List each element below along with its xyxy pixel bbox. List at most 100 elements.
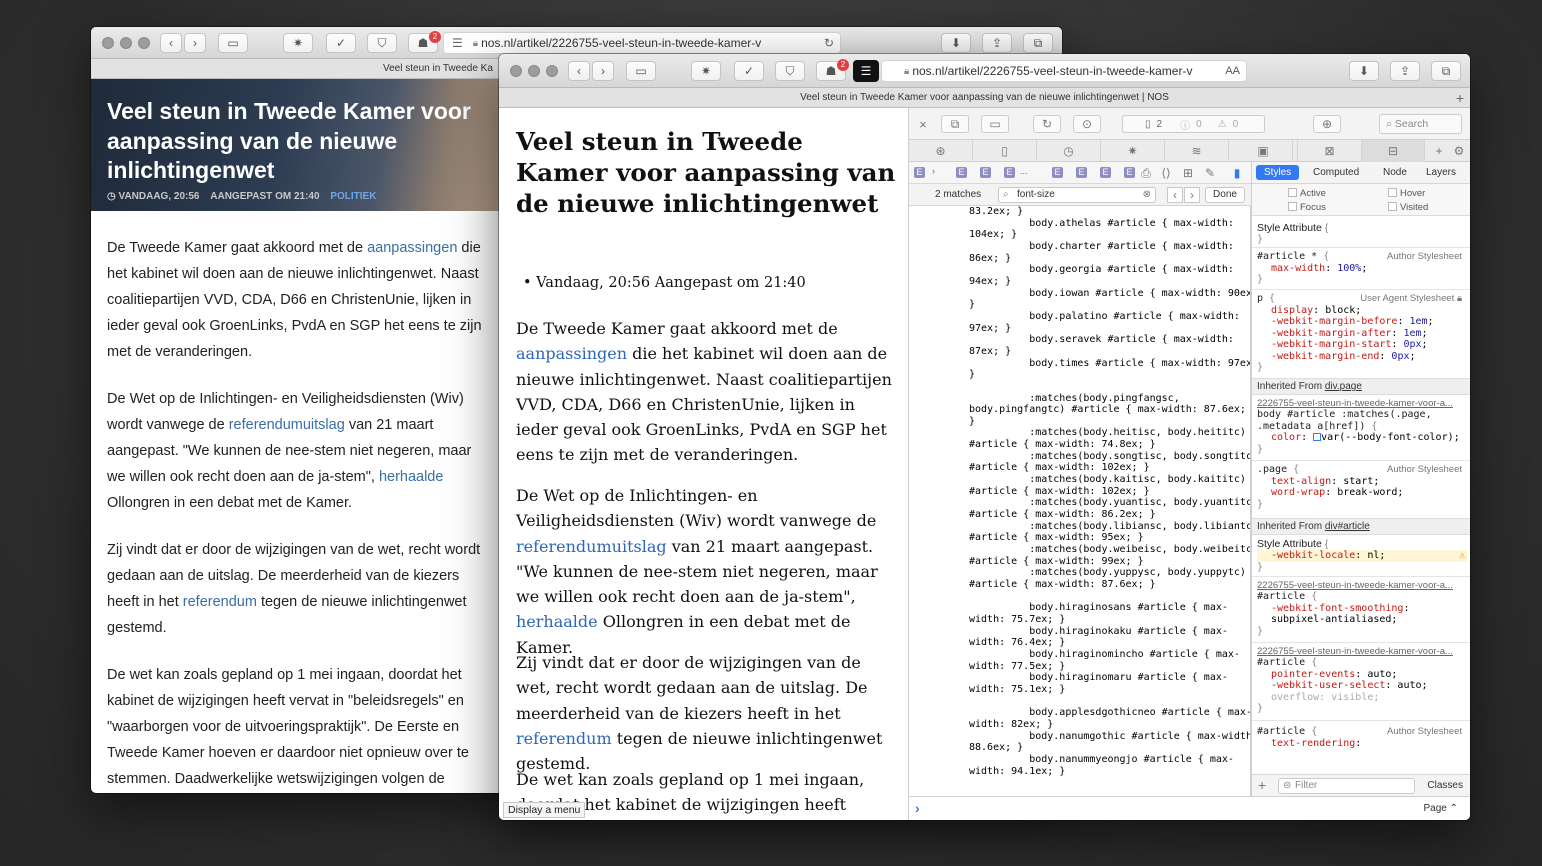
forward-button[interactable]: › xyxy=(184,33,206,53)
reader-aa-button[interactable]: AA xyxy=(1225,65,1240,77)
bug-extension-button[interactable]: ✷ xyxy=(283,33,313,53)
page-context-select[interactable]: Page ⌃ xyxy=(1423,803,1458,814)
breadcrumb-item[interactable]: E xyxy=(1004,167,1015,178)
style-rule-p[interactable]: p { User Agent Stylesheet 🔒︎ display: bl… xyxy=(1257,293,1467,374)
state-active-checkbox[interactable]: Active xyxy=(1288,188,1326,199)
close-window-button[interactable] xyxy=(102,37,114,49)
find-next-button[interactable]: › xyxy=(1184,187,1200,203)
breadcrumb-item[interactable]: › xyxy=(932,166,935,176)
style-rule-pointer-events[interactable]: 2226755-veel-steun-in-tweede-kamer-voor-… xyxy=(1257,646,1467,715)
find-input[interactable]: ⌕ font-size ⊗ xyxy=(998,187,1156,203)
breadcrumb-item[interactable]: E xyxy=(1076,167,1087,178)
breadcrumb-item[interactable]: E xyxy=(1100,167,1111,178)
tab-elements-icon[interactable]: ⊟ xyxy=(1361,140,1425,162)
tab-computed[interactable]: Computed xyxy=(1313,167,1359,178)
style-rule-page[interactable]: .page { Author Stylesheet text-align: st… xyxy=(1257,464,1467,510)
tabs-overview-button[interactable]: ⧉ xyxy=(1431,61,1461,81)
tab-layers[interactable]: Layers xyxy=(1426,167,1456,178)
tab-network-icon[interactable]: ⊛ xyxy=(909,140,973,162)
tab-styles[interactable]: Styles xyxy=(1256,165,1300,180)
zoom-window-button[interactable] xyxy=(546,65,558,77)
minimize-window-button[interactable] xyxy=(120,37,132,49)
breadcrumb-item[interactable]: E xyxy=(914,167,925,178)
breadcrumb-item[interactable]: E xyxy=(980,167,991,178)
share-button[interactable]: ⇪ xyxy=(982,33,1012,53)
state-hover-checkbox[interactable]: Hover xyxy=(1388,188,1425,199)
layout-icon[interactable]: ⊞ xyxy=(1180,165,1196,181)
style-rule-matches-page[interactable]: 2226755-veel-steun-in-tweede-kamer-voor-… xyxy=(1257,398,1467,455)
tabs-overview-button[interactable]: ⧉ xyxy=(1023,33,1053,53)
dock-bottom-icon[interactable]: ⧉ xyxy=(941,115,969,133)
front-tab-bar[interactable]: Veel steun in Tweede Kamer voor aanpassi… xyxy=(499,88,1470,108)
crosshair-icon[interactable]: ⊕ xyxy=(1313,115,1341,133)
activity-viewer[interactable]: ▯ 2 ⓘ 0 ⚠ 0 xyxy=(1122,115,1265,133)
styles-filter-input[interactable]: ⊜ Filter xyxy=(1278,778,1415,794)
zoom-window-button[interactable] xyxy=(138,37,150,49)
share-button[interactable]: ⇪ xyxy=(1390,61,1420,81)
find-previous-button[interactable]: ‹ xyxy=(1167,187,1183,203)
settings-gear-icon[interactable]: ⚙ xyxy=(1450,140,1468,162)
clear-icon[interactable]: ⊗ xyxy=(1143,188,1151,202)
find-done-button[interactable]: Done xyxy=(1205,187,1245,203)
forward-button[interactable]: › xyxy=(592,61,614,81)
classes-toggle[interactable]: Classes xyxy=(1427,780,1463,791)
dock-side-icon[interactable]: ▭ xyxy=(981,115,1009,133)
tab-debugger-icon[interactable]: ✷ xyxy=(1101,140,1165,162)
style-rule-article-star[interactable]: #article * { Author Stylesheet max-width… xyxy=(1257,251,1467,286)
link-aanpassingen[interactable]: aanpassingen xyxy=(516,344,627,363)
style-rule-style-attribute[interactable]: Style Attribute { } xyxy=(1257,222,1467,246)
meta-category-link[interactable]: POLITIEK xyxy=(330,191,376,202)
sidebar-toggle-button[interactable]: ▭ xyxy=(218,33,248,53)
details-sidebar-icon[interactable]: ▮ xyxy=(1229,165,1245,181)
console-prompt-bar[interactable]: › Page ⌃ xyxy=(909,796,1470,820)
state-visited-checkbox[interactable]: Visited xyxy=(1388,202,1428,213)
add-tab-icon[interactable]: + xyxy=(1431,140,1447,162)
breadcrumb-item[interactable]: E xyxy=(956,167,967,178)
sidebar-toggle-button[interactable]: ▭ xyxy=(626,61,656,81)
breadcrumb-ellipsis[interactable]: ... xyxy=(1020,166,1028,176)
downloads-button[interactable]: ⬇ xyxy=(941,33,971,53)
link-herhaalde[interactable]: herhaalde xyxy=(516,612,598,631)
tab-node[interactable]: Node xyxy=(1383,167,1407,178)
link-referendumuitslag[interactable]: referendumuitslag xyxy=(229,417,345,433)
add-rule-icon[interactable]: + xyxy=(1258,777,1266,793)
rule-origin-link[interactable]: 2226755-veel-steun-in-tweede-kamer-voor-… xyxy=(1257,398,1467,409)
state-focus-checkbox[interactable]: Focus xyxy=(1288,202,1326,213)
link-aanpassingen[interactable]: aanpassingen xyxy=(367,240,457,256)
close-inspector-icon[interactable]: × xyxy=(915,116,931,132)
link-referendumuitslag[interactable]: referendumuitslag xyxy=(516,537,667,556)
reader-icon[interactable]: ☰ xyxy=(452,36,463,50)
breadcrumb-item[interactable]: E xyxy=(1124,167,1135,178)
minimize-window-button[interactable] xyxy=(528,65,540,77)
print-icon[interactable]: ⎙ xyxy=(1138,165,1154,181)
back-button[interactable]: ‹ xyxy=(160,33,182,53)
rule-origin-link[interactable]: 2226755-veel-steun-in-tweede-kamer-voor-… xyxy=(1257,580,1467,591)
extension-button[interactable]: ✓ xyxy=(734,61,764,81)
tab-timelines-icon[interactable]: ◷ xyxy=(1037,140,1101,162)
reload-icon[interactable]: ↻ xyxy=(824,36,834,50)
extension-button[interactable]: ✓ xyxy=(326,33,356,53)
tab-storage-icon[interactable]: ≋ xyxy=(1165,140,1229,162)
address-bar[interactable]: 🔒︎ nos.nl/artikel/2226755-veel-steun-in-… xyxy=(881,60,1247,82)
close-window-button[interactable] xyxy=(510,65,522,77)
breadcrumb-item[interactable]: E xyxy=(1052,167,1063,178)
style-rule-locale[interactable]: Style Attribute { -webkit-locale: nl; ⚠ } xyxy=(1257,538,1467,573)
braces-icon[interactable]: ⟨⟩ xyxy=(1158,165,1174,181)
reload-icon[interactable]: ↻ xyxy=(1033,115,1061,133)
shield-extension-button[interactable]: ⛉ xyxy=(367,33,397,53)
style-rule-font-smoothing[interactable]: 2226755-veel-steun-in-tweede-kamer-voor-… xyxy=(1257,580,1467,637)
tab-console-icon[interactable]: ⊠ xyxy=(1297,140,1361,162)
back-button[interactable]: ‹ xyxy=(568,61,590,81)
inherited-page-link[interactable]: div.page xyxy=(1325,381,1362,392)
new-tab-plus-icon[interactable]: + xyxy=(1456,90,1464,106)
tab-resources-icon[interactable]: ▯ xyxy=(973,140,1037,162)
bug-extension-button[interactable]: ✷ xyxy=(691,61,721,81)
rule-origin-link[interactable]: 2226755-veel-steun-in-tweede-kamer-voor-… xyxy=(1257,646,1467,657)
download-icon[interactable]: ⊙ xyxy=(1073,115,1101,133)
address-bar[interactable]: ☰ 🔒︎ nos.nl/artikel/2226755-veel-steun-i… xyxy=(443,32,841,54)
inherited-article-link[interactable]: div#article xyxy=(1325,521,1370,532)
style-rule-text-rendering[interactable]: #article { Author Stylesheet text-render… xyxy=(1257,726,1467,749)
pencil-icon[interactable]: ✎ xyxy=(1202,165,1218,181)
link-referendum[interactable]: referendum xyxy=(183,594,257,610)
shield-extension-button[interactable]: ⛉ xyxy=(775,61,805,81)
